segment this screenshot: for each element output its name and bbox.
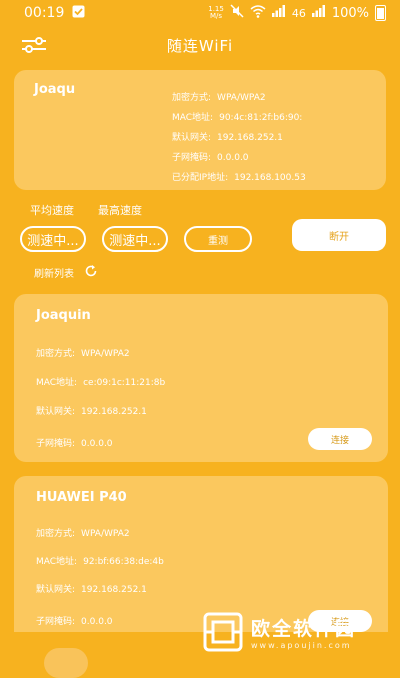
- retest-button[interactable]: 重测: [184, 226, 252, 252]
- info-row: 加密方式: WPA/WPA2: [172, 93, 266, 103]
- network-card: Joaquin 加密方式: WPA/WPA2 MAC地址: ce:09:1c:11:…: [14, 294, 388, 462]
- page-title: 随连WiFi: [166, 36, 234, 55]
- info-row: 子网掩码: 0.0.0.0: [36, 617, 113, 627]
- info-row: 已分配IP地址: 192.168.100.53: [172, 173, 306, 183]
- info-row: 子网掩码: 0.0.0.0: [36, 439, 113, 449]
- watermark-url: www.apoujin.com: [251, 641, 352, 650]
- network-speed: 1.15 M/s: [208, 5, 224, 20]
- info-row: MAC地址: ce:09:1c:11:21:8b: [36, 378, 166, 388]
- speed-labels: 平均速度 最高速度: [30, 202, 142, 218]
- current-info-list: 加密方式: WPA/WPA2 MAC地址: 90:4c:81:2f:b6:90: 默…: [172, 88, 306, 188]
- refresh-list-button[interactable]: 刷新列表: [34, 264, 98, 281]
- signal-icon: [271, 5, 286, 21]
- info-row: 加密方式: WPA/WPA2: [36, 529, 130, 539]
- info-row: 加密方式: WPA/WPA2: [36, 349, 130, 359]
- info-row: 默认网关: 192.168.252.1: [36, 585, 147, 595]
- info-row: 默认网关: 192.168.252.1: [172, 133, 283, 143]
- network-ssid: HUAWEI P40: [36, 490, 127, 505]
- avg-speed-label: 平均速度: [30, 204, 74, 217]
- battery-level: 100%: [331, 5, 369, 21]
- status-bar: 00:19 1.15 M/s 46 100%: [0, 0, 400, 26]
- info-row: 子网掩码: 0.0.0.0: [172, 153, 249, 163]
- signal-label: 46: [291, 6, 306, 20]
- watermark-logo-icon: [203, 612, 243, 652]
- watermark-title: 欧全软件园: [251, 618, 357, 640]
- info-row: 默认网关: 192.168.252.1: [36, 407, 147, 417]
- current-ssid: Joaqu: [34, 82, 76, 97]
- bottom-nav-bump: [44, 648, 88, 678]
- notification-check-icon: [72, 5, 85, 22]
- status-time: 00:19: [24, 5, 65, 21]
- network-ssid: Joaquin: [36, 308, 91, 323]
- refresh-icon: [84, 264, 98, 281]
- max-speed-value: 测速中...: [102, 226, 168, 252]
- max-speed-label: 最高速度: [98, 204, 142, 217]
- settings-sliders-icon[interactable]: [20, 34, 48, 56]
- wifi-icon: [250, 4, 266, 22]
- info-row: MAC地址: 92:bf:66:38:de:4b: [36, 557, 164, 567]
- disconnect-button[interactable]: 断开: [292, 219, 386, 251]
- refresh-list-label: 刷新列表: [34, 269, 74, 280]
- info-row: MAC地址: 90:4c:81:2f:b6:90:: [172, 113, 303, 123]
- battery-icon: [375, 5, 386, 21]
- current-network-card: Joaqu 加密方式: WPA/WPA2 MAC地址: 90:4c:81:2f:b6…: [14, 70, 386, 190]
- watermark: 欧全软件园 www.apoujin.com: [203, 608, 391, 656]
- connect-button[interactable]: 连接: [308, 428, 372, 450]
- top-bar: 随连WiFi: [0, 30, 400, 60]
- avg-speed-value: 测速中...: [20, 226, 86, 252]
- mute-icon: [230, 4, 244, 22]
- signal-icon-2: [311, 5, 326, 21]
